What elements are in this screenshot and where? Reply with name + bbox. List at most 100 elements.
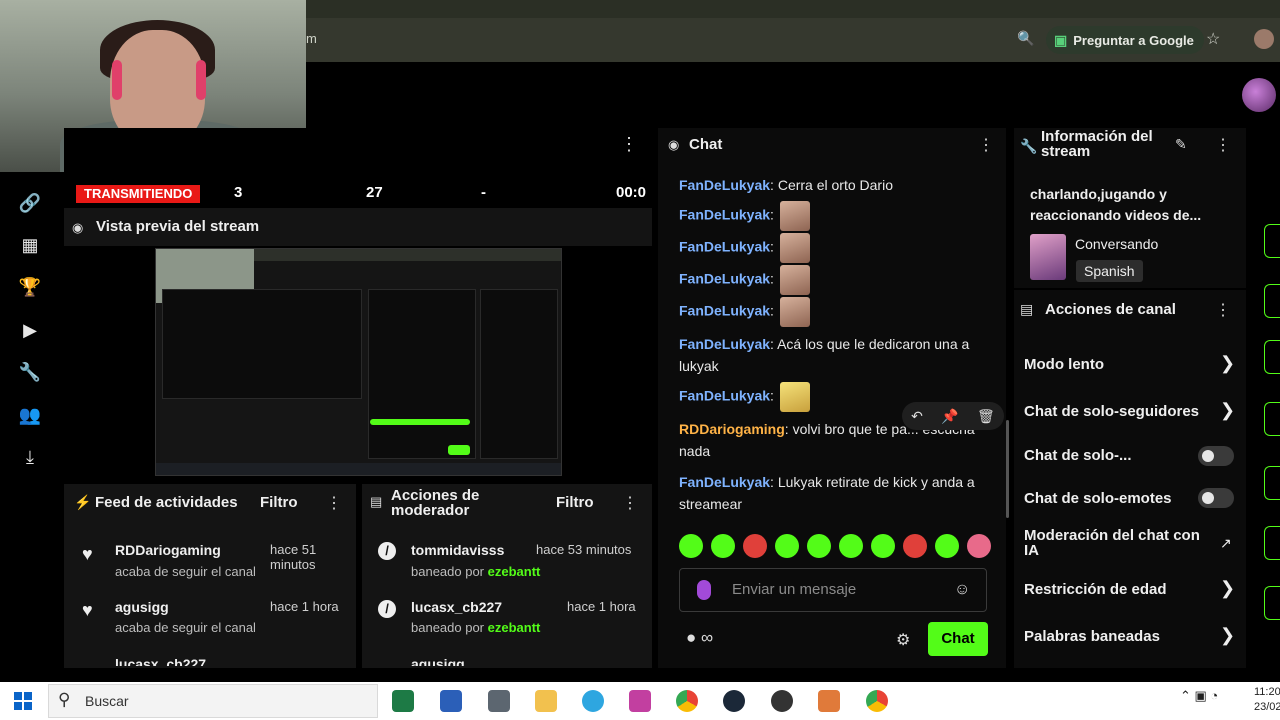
emote-button[interactable] bbox=[679, 534, 703, 558]
emote-button[interactable] bbox=[935, 534, 959, 558]
subs-only-toggle[interactable] bbox=[1198, 446, 1234, 466]
feed-item-name[interactable]: lucasx_cb227 bbox=[115, 656, 206, 666]
emoji-icon[interactable]: ☺ bbox=[954, 581, 970, 599]
chat-menu-icon[interactable]: ⋮ bbox=[978, 135, 994, 155]
obs-icon[interactable] bbox=[771, 690, 793, 712]
steam-icon[interactable] bbox=[723, 690, 745, 712]
mod-filter-button[interactable]: Filtro bbox=[556, 494, 594, 511]
action-ai-moderation[interactable]: Moderación del chat con IA bbox=[1024, 528, 1204, 558]
wrench-icon[interactable]: 🔧 bbox=[18, 360, 42, 384]
chat-input-placeholder[interactable]: Enviar un mensaje bbox=[732, 581, 856, 598]
users-icon[interactable]: 👥 bbox=[18, 403, 42, 427]
bookmark-star-icon[interactable]: ☆ bbox=[1206, 29, 1220, 49]
action-emotes-only[interactable]: Chat de solo-emotes bbox=[1024, 490, 1172, 507]
activity-filter-button[interactable]: Filtro bbox=[260, 494, 298, 511]
user-avatar[interactable] bbox=[1242, 78, 1276, 112]
mic-icon[interactable] bbox=[697, 580, 711, 600]
chat-message[interactable]: FanDeLukyak: bbox=[679, 297, 989, 327]
chat-scrollbar[interactable] bbox=[1006, 420, 1009, 518]
emote-button[interactable] bbox=[743, 534, 767, 558]
activity-menu-icon[interactable]: ⋮ bbox=[326, 493, 342, 513]
activity-feed-card: ⚡ Feed de actividades Filtro ⋮ ♥ RDDario… bbox=[64, 484, 356, 668]
stats-menu-icon[interactable]: ⋮ bbox=[620, 134, 638, 155]
edge-tool-button[interactable] bbox=[1264, 586, 1280, 620]
pin-icon[interactable]: 📌 bbox=[941, 408, 958, 425]
emote-button[interactable] bbox=[839, 534, 863, 558]
category-thumbnail[interactable] bbox=[1030, 234, 1066, 280]
mod-item-time: hace 53 minutos bbox=[536, 542, 632, 557]
feed-item-desc: acaba de seguir el canal bbox=[115, 564, 256, 579]
chat-send-button[interactable]: Chat bbox=[928, 622, 988, 656]
chat-message[interactable]: FanDeLukyak: bbox=[679, 265, 989, 295]
stream-category[interactable]: Conversando bbox=[1075, 236, 1158, 252]
edge-tool-button[interactable] bbox=[1264, 224, 1280, 258]
chevron-right-icon[interactable]: ❯ bbox=[1220, 625, 1235, 646]
download-icon[interactable]: ⤓ bbox=[18, 445, 42, 469]
emote-button[interactable] bbox=[711, 534, 735, 558]
chevron-right-icon[interactable]: ❯ bbox=[1220, 400, 1235, 421]
undo-icon[interactable]: ↶ bbox=[911, 408, 923, 425]
emote-button[interactable] bbox=[903, 534, 927, 558]
stream-info-menu-icon[interactable]: ⋮ bbox=[1215, 135, 1231, 155]
windows-start-icon[interactable] bbox=[14, 692, 32, 710]
action-slow-mode[interactable]: Modo lento bbox=[1024, 356, 1104, 373]
mod-item-name[interactable]: agusigg bbox=[411, 656, 465, 666]
chat-extras-icons[interactable]: ● ∞ bbox=[686, 628, 713, 648]
emote-image bbox=[779, 297, 810, 327]
word-icon[interactable] bbox=[440, 690, 462, 712]
excel-icon[interactable] bbox=[392, 690, 414, 712]
edge-tool-button[interactable] bbox=[1264, 402, 1280, 436]
mod-menu-icon[interactable]: ⋮ bbox=[622, 493, 638, 513]
edge-tool-button[interactable] bbox=[1264, 466, 1280, 500]
mod-item-name[interactable]: tommidavisss bbox=[411, 542, 504, 558]
zoom-icon[interactable]: 🔍 bbox=[1017, 30, 1034, 46]
chevron-right-icon[interactable]: ❯ bbox=[1220, 578, 1235, 599]
link-icon[interactable]: 🔗 bbox=[18, 191, 42, 215]
trash-icon[interactable]: 🗑 bbox=[977, 408, 995, 425]
chat-message[interactable]: FanDeLukyak: Cerra el orto Dario bbox=[679, 174, 989, 196]
external-link-icon[interactable]: ↗ bbox=[1220, 535, 1232, 552]
emote-button[interactable] bbox=[967, 534, 991, 558]
url-text[interactable]: m bbox=[306, 31, 317, 46]
emote-button[interactable] bbox=[775, 534, 799, 558]
chat-message[interactable]: FanDeLukyak: bbox=[679, 233, 989, 263]
telegram-icon[interactable] bbox=[582, 690, 604, 712]
action-banned-words[interactable]: Palabras baneadas bbox=[1024, 628, 1160, 645]
calculator-icon[interactable] bbox=[488, 690, 510, 712]
stream-preview-video[interactable] bbox=[155, 248, 562, 476]
channel-actions-menu-icon[interactable]: ⋮ bbox=[1215, 300, 1231, 320]
wrench-icon: 🔧 bbox=[1020, 138, 1038, 154]
chrome-icon[interactable] bbox=[676, 690, 698, 712]
feed-item-name[interactable]: RDDariogaming bbox=[115, 542, 221, 558]
app-icon[interactable] bbox=[629, 690, 651, 712]
chat-settings-icon[interactable]: ⚙ bbox=[896, 630, 910, 650]
action-subs-only[interactable]: Chat de solo-... bbox=[1024, 447, 1132, 464]
video-icon[interactable]: ▶ bbox=[18, 318, 42, 342]
trophy-icon[interactable]: 🏆 bbox=[18, 275, 42, 299]
analytics-icon[interactable]: ▦ bbox=[18, 233, 42, 257]
edit-pencil-icon[interactable]: ✎ bbox=[1175, 136, 1187, 153]
edge-tool-button[interactable] bbox=[1264, 340, 1280, 374]
ask-google-button[interactable]: ▣ Preguntar a Google bbox=[1046, 26, 1204, 54]
chevron-right-icon[interactable]: ❯ bbox=[1220, 353, 1235, 374]
browser-profile-avatar[interactable] bbox=[1254, 29, 1274, 49]
emote-button[interactable] bbox=[807, 534, 831, 558]
file-explorer-icon[interactable] bbox=[535, 690, 557, 712]
edge-tool-button[interactable] bbox=[1264, 284, 1280, 318]
edge-tool-button[interactable] bbox=[1264, 526, 1280, 560]
mod-item-name[interactable]: lucasx_cb227 bbox=[411, 599, 502, 615]
action-followers-only[interactable]: Chat de solo-seguidores bbox=[1024, 403, 1199, 420]
chat-message[interactable]: FanDeLukyak: Lukyak retirate de kick y a… bbox=[679, 471, 989, 515]
app-icon[interactable] bbox=[818, 690, 840, 712]
chrome-active-icon[interactable] bbox=[866, 690, 888, 712]
heart-icon: ♥ bbox=[82, 544, 93, 564]
taskbar-search-text[interactable]: Buscar bbox=[85, 693, 129, 709]
feed-item-name[interactable]: agusigg bbox=[115, 599, 169, 615]
emote-button[interactable] bbox=[871, 534, 895, 558]
system-tray[interactable]: ⌃ ▣ ◔ bbox=[1180, 688, 1218, 704]
taskbar-clock[interactable]: 11:20 23/02 bbox=[1254, 685, 1280, 715]
emotes-only-toggle[interactable] bbox=[1198, 488, 1234, 508]
action-age-restriction[interactable]: Restricción de edad bbox=[1024, 581, 1167, 598]
chat-message[interactable]: FanDeLukyak: bbox=[679, 201, 989, 231]
chat-message[interactable]: FanDeLukyak: Acá los que le dedicaron un… bbox=[679, 333, 989, 377]
